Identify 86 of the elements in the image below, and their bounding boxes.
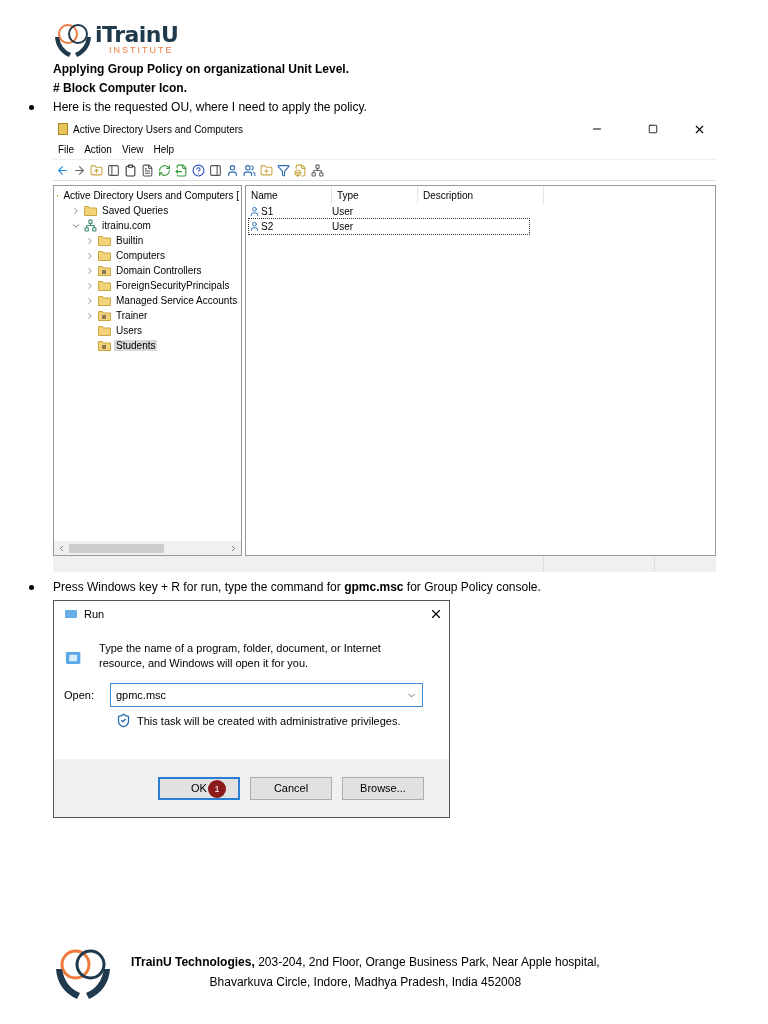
folder-icon: [98, 295, 111, 306]
clipboard-icon: [124, 163, 137, 177]
scroll-left-icon: [57, 543, 66, 553]
tree-item[interactable]: Domain Controllers: [114, 265, 204, 276]
bullet-dot: [29, 585, 34, 590]
users-icon: [243, 163, 256, 177]
ou-folder-icon: [98, 340, 111, 351]
menu-item[interactable]: View: [121, 143, 144, 155]
admin-note: This task will be created with administrative privileges.: [137, 714, 401, 727]
tree-item[interactable]: Trainer: [114, 310, 150, 321]
folder-up-icon: [90, 163, 103, 177]
maximize-icon[interactable]: [648, 124, 658, 134]
chevron-right-icon: [71, 205, 81, 216]
logo-tagline: INSTITUTE: [109, 45, 175, 55]
dialog-button[interactable]: Browse...: [342, 776, 424, 800]
logo-name: iTrainU: [95, 23, 179, 46]
ou-folder-icon: [98, 265, 111, 276]
forward-arrow-icon: [73, 163, 86, 177]
tree-item[interactable]: itrainu.com: [100, 220, 153, 231]
menu-item[interactable]: File: [58, 143, 75, 155]
command-field[interactable]: gpmc.msc: [109, 683, 423, 707]
domain-icon: [84, 219, 97, 232]
list-row[interactable]: S2 User: [249, 219, 529, 234]
chevron-right-icon: [85, 310, 95, 321]
bullet-dot: [29, 105, 34, 110]
chevron-right-icon: [85, 280, 95, 291]
menu-item[interactable]: Help: [153, 143, 174, 155]
filter-icon: [277, 163, 290, 177]
tree-item[interactable]: Computers: [114, 250, 167, 261]
back-arrow-icon: [56, 163, 69, 177]
scroll-right-icon: [229, 543, 238, 553]
folder-icon: [98, 325, 111, 336]
dialog-title: Run: [84, 608, 105, 620]
chevron-right-icon: [85, 295, 95, 306]
chevron-right-icon: [85, 265, 95, 276]
help-icon: [192, 163, 205, 177]
document-icon: [294, 163, 307, 177]
user-icon: [226, 163, 239, 177]
ou-folder-icon: [98, 310, 111, 321]
table-cell: User: [332, 206, 354, 217]
step-badge: 1: [208, 779, 226, 798]
list-row[interactable]: S1 User: [249, 204, 529, 219]
shield-icon: [116, 713, 131, 728]
dialog-button[interactable]: Cancel: [250, 776, 332, 800]
folder-icon: [84, 205, 97, 216]
column-header[interactable]: Name: [246, 186, 332, 204]
group-icon: [311, 163, 324, 177]
heading: Applying Group Policy on organizational Unit Level.: [53, 61, 351, 78]
table-cell: S2: [261, 221, 274, 232]
user-icon: [249, 206, 260, 217]
folder-icon: [98, 250, 111, 261]
close-icon[interactable]: [429, 607, 443, 621]
refresh-icon: [158, 163, 171, 177]
folder-icon: [260, 163, 273, 177]
dialog-description: Type the name of a program, folder, document, or Internet resource, and Windows will open it for you.: [99, 641, 382, 671]
user-icon: [249, 221, 260, 232]
footer-address: Bhavarkuva Circle, Indore, Madhya Pradesh, India 452008: [209, 974, 522, 991]
dialog-button[interactable]: OK 1: [158, 776, 240, 800]
table-cell: User: [332, 221, 354, 232]
tree-item[interactable]: Saved Queries: [100, 205, 171, 216]
tree-item[interactable]: Builtin: [114, 235, 146, 246]
heading: # Block Computer Icon.: [53, 80, 189, 97]
run-icon: [64, 609, 78, 619]
export-icon: [175, 163, 188, 177]
bullet-text: Here is the requested OU, where I need to apply the policy.: [53, 99, 367, 116]
footer-address: ITrainU Technologies, 203-204, 2nd Floor, Orange Business Park, Near Apple hospital,: [131, 954, 600, 971]
open-label: Open:: [64, 689, 94, 701]
column-header[interactable]: Type: [332, 186, 418, 204]
chevron-right-icon: [85, 250, 95, 261]
menu-item[interactable]: Action: [84, 143, 112, 155]
tree-item[interactable]: ForeignSecurityPrincipals: [114, 280, 232, 291]
list-icon: [141, 163, 154, 177]
console-tree-icon: [107, 163, 120, 177]
table-cell: S1: [261, 206, 274, 217]
tree-item[interactable]: Students: [114, 340, 158, 351]
folder-icon: [98, 235, 111, 246]
panel-icon: [209, 163, 222, 177]
tree-item[interactable]: Users: [114, 325, 145, 336]
bullet-text: Press Windows key + R for run, type the command for gpmc.msc for Group Policy console.: [53, 579, 541, 596]
chevron-right-icon: [85, 235, 95, 246]
column-header[interactable]: Description: [418, 186, 544, 204]
folder-icon: [98, 280, 111, 291]
tree-item[interactable]: Active Directory Users and Computers [: [61, 190, 241, 201]
horizontal-scrollbar[interactable]: [54, 541, 241, 555]
window-title: Active Directory Users and Computers: [73, 123, 244, 135]
tree-item[interactable]: Managed Service Accounts: [114, 295, 240, 306]
